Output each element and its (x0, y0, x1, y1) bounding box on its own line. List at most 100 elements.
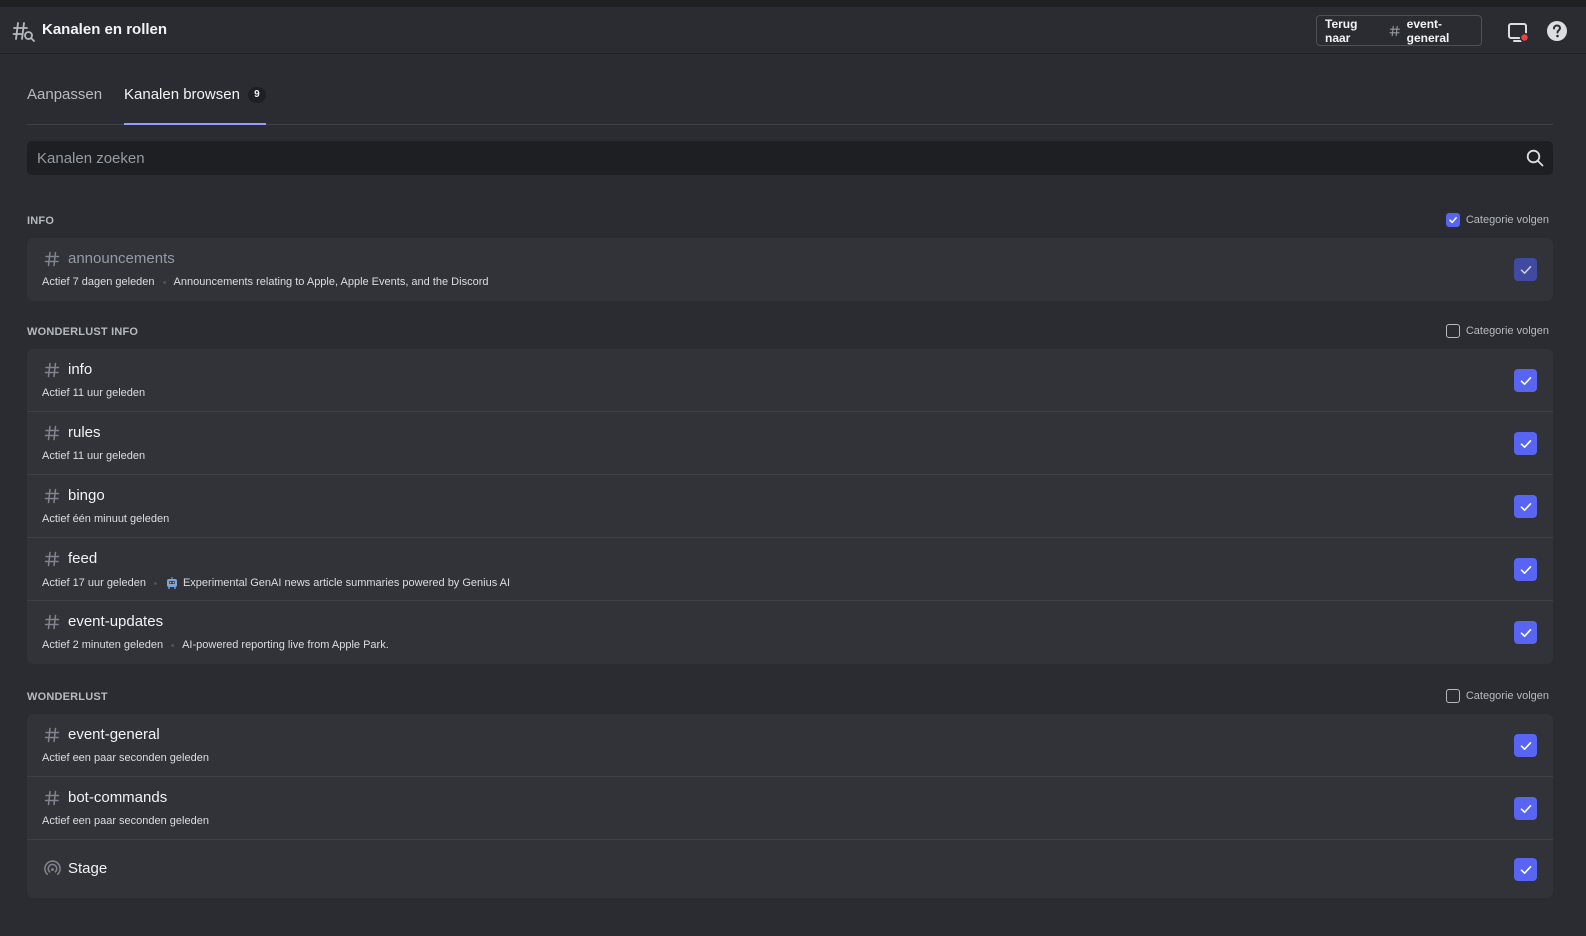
follow-category-label: Categorie volgen (1465, 690, 1549, 702)
channel-activity: Actief 2 minuten geleden (42, 639, 164, 651)
back-channel-name: event-general (1406, 16, 1450, 45)
checkbox-unchecked-icon[interactable] (1445, 324, 1460, 338)
category-name: WONDERLUST (27, 691, 108, 703)
channel-activity: Actief één minuut geleden (42, 513, 170, 525)
category-header: INFO Categorie volgen (27, 212, 1553, 232)
window-top-strip (0, 0, 1586, 7)
help-icon[interactable] (1546, 20, 1568, 42)
channel-name: rules (68, 424, 101, 441)
hash-icon (44, 251, 60, 267)
category-header: WONDERLUST Categorie volgen (27, 688, 1553, 708)
checkmark-icon (1520, 565, 1531, 574)
channel-checkbox[interactable] (1514, 495, 1537, 518)
channel-name: bot-commands (68, 789, 168, 806)
checkbox-unchecked-icon[interactable] (1445, 689, 1460, 703)
channel-list: announcements Actief 7 dagen geleden Ann… (27, 238, 1553, 301)
channel-meta: Actief 11 uur geleden (42, 387, 145, 399)
channel-activity: Actief een paar seconden geleden (42, 752, 209, 764)
back-to-channel-button[interactable]: Terug naar event-general (1316, 15, 1482, 46)
hash-icon (44, 488, 60, 504)
channel-checkbox[interactable] (1514, 558, 1537, 581)
checkmark-icon (1520, 502, 1531, 511)
channel-row[interactable]: announcements Actief 7 dagen geleden Ann… (27, 238, 1553, 301)
hash-icon (44, 425, 60, 441)
channel-row[interactable]: Stage (27, 840, 1553, 898)
channel-checkbox[interactable] (1514, 797, 1537, 820)
channel-checkbox[interactable] (1514, 369, 1537, 392)
channel-description: AI-powered reporting live from Apple Par… (182, 639, 389, 651)
hash-icon (1389, 25, 1401, 36)
channel-description: Announcements relating to Apple, Apple E… (173, 276, 489, 288)
hash-icon (44, 551, 60, 567)
channel-name: feed (68, 550, 98, 567)
hash-icon (44, 727, 60, 743)
tab-customize-label: Aanpassen (27, 86, 103, 103)
follow-category-toggle[interactable]: Categorie volgen (1445, 213, 1549, 227)
channel-name: event-general (68, 726, 160, 743)
checkmark-icon (1520, 804, 1531, 813)
channel-search-input[interactable] (27, 141, 1525, 175)
channel-activity: Actief 7 dagen geleden (42, 276, 155, 288)
checkmark-icon (1520, 865, 1531, 874)
page-title: Kanalen en rollen (42, 21, 168, 38)
channel-activity: Actief een paar seconden geleden (42, 815, 209, 827)
channel-activity: Actief 11 uur geleden (42, 450, 146, 462)
stage-channel-icon (44, 860, 61, 876)
tab-customize[interactable]: Aanpassen (27, 86, 102, 124)
back-label: Terug naar (1325, 16, 1358, 45)
category-name: WONDERLUST INFO (27, 326, 139, 338)
channel-meta: Actief een paar seconden geleden (42, 752, 209, 764)
hash-icon (44, 790, 60, 806)
channel-row[interactable]: event-general Actief een paar seconden g… (27, 714, 1553, 777)
channel-description: Experimental GenAI news article summarie… (182, 577, 511, 589)
channel-list: event-general Actief een paar seconden g… (27, 714, 1553, 898)
channel-checkbox[interactable] (1514, 621, 1537, 644)
channel-list: info Actief 11 uur geleden rules Actief … (27, 349, 1553, 664)
channel-meta: Actief 2 minuten geleden AI-powered repo… (42, 639, 389, 651)
channel-checkbox[interactable] (1514, 432, 1537, 455)
separator-dot (162, 280, 166, 284)
category-header: WONDERLUST INFO Categorie volgen (27, 323, 1553, 343)
inbox-icon[interactable] (1506, 20, 1530, 44)
hash-icon (44, 362, 60, 378)
channel-name: info (68, 361, 93, 378)
checkmark-icon (1520, 376, 1531, 385)
robot-emoji-icon (166, 577, 177, 589)
channel-row[interactable]: bot-commands Actief een paar seconden ge… (27, 777, 1553, 840)
category-name: INFO (27, 215, 55, 227)
follow-category-toggle[interactable]: Categorie volgen (1445, 689, 1549, 703)
top-header: Kanalen en rollen Terug naar event-gener… (0, 7, 1586, 54)
follow-category-label: Categorie volgen (1465, 214, 1549, 226)
follow-category-label: Categorie volgen (1465, 325, 1549, 337)
channel-name: announcements (68, 250, 175, 267)
channel-row[interactable]: event-updates Actief 2 minuten geleden A… (27, 601, 1553, 664)
separator-dot (171, 643, 175, 647)
channel-name: event-updates (68, 613, 164, 630)
channel-search-bar (27, 141, 1553, 175)
tab-browse-channels[interactable]: Kanalen browsen 9 (124, 86, 266, 125)
checkmark-icon (1520, 439, 1531, 448)
checkmark-icon (1520, 741, 1531, 750)
hash-icon (44, 614, 60, 630)
checkmark-icon (1520, 265, 1531, 274)
channel-row[interactable]: info Actief 11 uur geleden (27, 349, 1553, 412)
channel-name: bingo (68, 487, 105, 504)
channel-checkbox[interactable] (1514, 734, 1537, 757)
tab-bar: Aanpassen Kanalen browsen 9 (27, 86, 1553, 125)
search-icon[interactable] (1525, 148, 1545, 168)
channel-meta: Actief 17 uur geleden Experimental GenAI… (42, 576, 510, 590)
channel-row[interactable]: bingo Actief één minuut geleden (27, 475, 1553, 538)
channel-checkbox[interactable] (1514, 258, 1537, 281)
channel-meta: Actief een paar seconden geleden (42, 815, 209, 827)
channel-meta: Actief 11 uur geleden (42, 450, 145, 462)
channel-checkbox[interactable] (1514, 858, 1537, 881)
separator-dot (153, 581, 157, 585)
channel-row[interactable]: rules Actief 11 uur geleden (27, 412, 1553, 475)
follow-category-toggle[interactable]: Categorie volgen (1445, 324, 1549, 338)
channel-activity: Actief 17 uur geleden (42, 577, 146, 589)
channel-meta: Actief één minuut geleden (42, 513, 169, 525)
channel-activity: Actief 11 uur geleden (42, 387, 146, 399)
channel-row[interactable]: feed Actief 17 uur geleden Experimental … (27, 538, 1553, 601)
checkbox-checked-icon[interactable] (1445, 213, 1460, 227)
channel-count-badge: 9 (247, 87, 266, 103)
